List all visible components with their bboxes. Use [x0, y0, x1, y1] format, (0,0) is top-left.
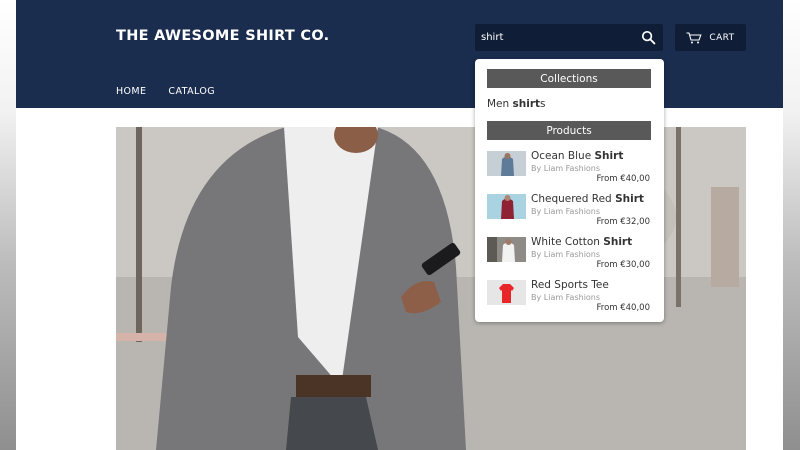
nav-catalog-link[interactable]: CATALOG [168, 86, 215, 97]
cart-icon [686, 31, 703, 43]
product-vendor: By Liam Fashions [531, 207, 601, 216]
site-header: THE AWESOME SHIRT CO. HOME CATALOG CART [16, 0, 783, 108]
product-result-white-cotton-shirt[interactable]: White Cotton Shirt By Liam Fashions From… [487, 236, 651, 272]
product-thumbnail [487, 151, 526, 176]
collection-result[interactable]: Men shirts [487, 98, 546, 110]
collection-text-suffix: s [540, 98, 546, 110]
product-price: From €32,00 [596, 217, 650, 227]
main-nav: HOME CATALOG [116, 86, 215, 97]
product-name-text: Ocean Blue [531, 150, 595, 162]
product-name-match: Shirt [603, 236, 633, 248]
products-heading: Products [487, 121, 651, 140]
product-price: From €40,00 [596, 303, 650, 313]
product-name-match: Shirt [594, 150, 624, 162]
store-page: THE AWESOME SHIRT CO. HOME CATALOG CART [16, 0, 783, 450]
product-name-text: Chequered Red [531, 193, 616, 205]
cart-button[interactable]: CART [675, 24, 746, 51]
product-name: Ocean Blue Shirt [531, 150, 623, 162]
store-logo[interactable]: THE AWESOME SHIRT CO. [116, 28, 329, 44]
product-vendor: By Liam Fashions [531, 164, 601, 173]
product-name: Red Sports Tee [531, 279, 609, 291]
collections-heading: Collections [487, 69, 651, 88]
product-result-chequered-red-shirt[interactable]: Chequered Red Shirt By Liam Fashions Fro… [487, 193, 651, 229]
search-input[interactable] [475, 24, 635, 51]
collection-match: shirt [512, 98, 541, 110]
collection-text: Men [487, 98, 513, 110]
search-box [475, 24, 663, 51]
nav-home-link[interactable]: HOME [116, 86, 146, 97]
product-vendor: By Liam Fashions [531, 293, 601, 302]
product-vendor: By Liam Fashions [531, 250, 601, 259]
product-name-text: White Cotton [531, 236, 604, 248]
product-name: Chequered Red Shirt [531, 193, 644, 205]
product-thumbnail [487, 237, 526, 262]
product-price: From €40,00 [596, 174, 650, 184]
product-result-ocean-blue-shirt[interactable]: Ocean Blue Shirt By Liam Fashions From €… [487, 150, 651, 186]
product-name-match: Shirt [615, 193, 644, 205]
search-results-dropdown: Collections Men shirts Products Ocean Bl… [475, 59, 664, 322]
cart-label: CART [709, 32, 735, 43]
product-name: White Cotton Shirt [531, 236, 632, 248]
product-name-text: Red Sports Tee [531, 279, 609, 291]
product-thumbnail [487, 194, 526, 219]
product-thumbnail [487, 280, 526, 305]
product-price: From €30,00 [596, 260, 650, 270]
search-icon[interactable] [641, 30, 656, 45]
product-result-red-sports-tee[interactable]: Red Sports Tee By Liam Fashions From €40… [487, 279, 651, 315]
